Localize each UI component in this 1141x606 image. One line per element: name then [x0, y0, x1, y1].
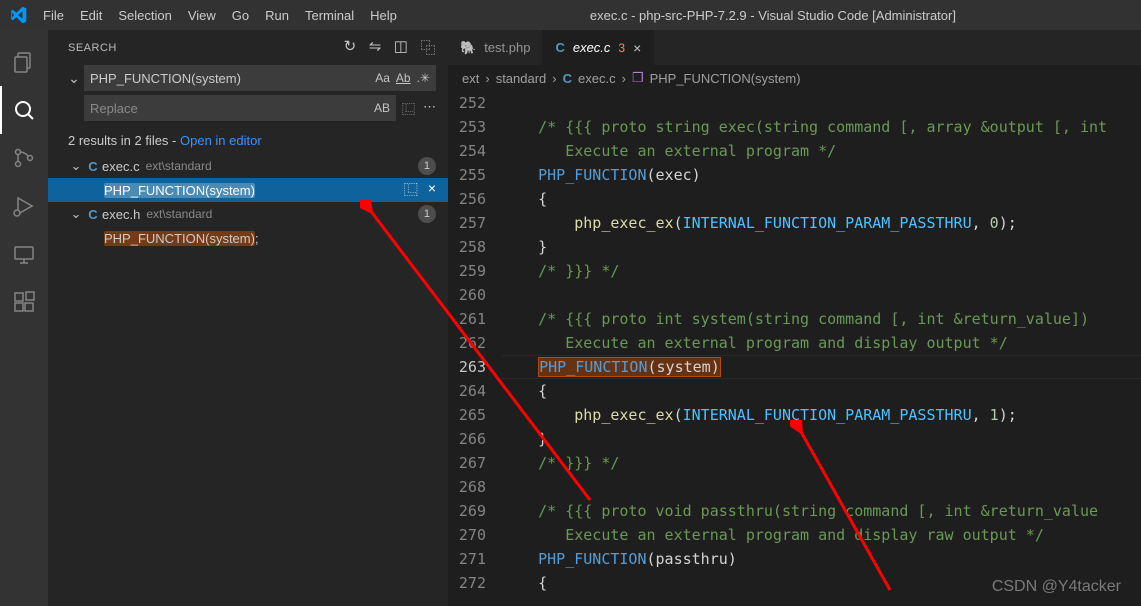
results-tree: ⌄Cexec.cext\standard1 PHP_FUNCTION(system…	[48, 154, 448, 250]
chevron-down-icon: ⌄	[68, 158, 84, 174]
search-input-container: Aa Ab .✳	[84, 65, 436, 91]
window-title: exec.c - php-src-PHP-7.2.9 - Visual Stud…	[405, 8, 1141, 23]
refresh-icon[interactable]: ↻	[344, 37, 357, 58]
c-file-icon: C	[84, 159, 102, 174]
search-sidebar: SEARCH ↻ ⇋ ◫ ⿻ ⌄ Aa Ab .✳ AB	[48, 30, 448, 606]
match-count-badge: 1	[418, 205, 436, 223]
match-case-icon[interactable]: Aa	[375, 71, 390, 85]
menu-selection[interactable]: Selection	[110, 8, 179, 23]
run-debug-icon[interactable]	[0, 182, 48, 230]
regex-icon[interactable]: .✳	[417, 71, 430, 85]
menu-bar: FileEditSelectionViewGoRunTerminalHelp	[35, 8, 405, 23]
breadcrumbs[interactable]: ext› standard› C exec.c› ❒ PHP_FUNCTION(…	[448, 65, 1141, 91]
c-file-icon: C	[555, 40, 564, 55]
replace-input-container: AB	[84, 95, 396, 121]
open-in-editor-link[interactable]: Open in editor	[180, 133, 262, 148]
vscode-logo-icon	[0, 6, 35, 24]
editor-tabs: 🐘test.phpCexec.c3×	[448, 30, 1141, 65]
replace-all-icon[interactable]: ⿺	[402, 99, 415, 118]
toggle-replace-icon[interactable]: ⌄	[66, 70, 82, 87]
c-file-icon: C	[84, 207, 102, 222]
search-icon[interactable]	[0, 86, 48, 134]
symbol-icon: ❒	[632, 70, 644, 86]
source-control-icon[interactable]	[0, 134, 48, 182]
result-match[interactable]: PHP_FUNCTION(system);	[48, 226, 448, 250]
new-editor-icon[interactable]: ◫	[394, 37, 409, 58]
menu-go[interactable]: Go	[224, 8, 257, 23]
code-lines[interactable]: /* {{{ proto string exec(string command …	[502, 91, 1141, 606]
dismiss-match-icon[interactable]: ×	[428, 180, 436, 200]
tab-exec.c[interactable]: Cexec.c3×	[543, 30, 654, 65]
line-numbers: 2522532542552562572582592602612622632642…	[448, 91, 502, 606]
clear-icon[interactable]: ⇋	[369, 37, 382, 58]
close-tab-icon[interactable]: ×	[633, 40, 641, 56]
sidebar-title: SEARCH	[68, 42, 344, 54]
result-file[interactable]: ⌄Cexec.cext\standard1	[48, 154, 448, 178]
extensions-icon[interactable]	[0, 278, 48, 326]
code-editor[interactable]: 2522532542552562572582592602612622632642…	[448, 91, 1141, 606]
match-word-icon[interactable]: Ab	[396, 71, 411, 85]
menu-file[interactable]: File	[35, 8, 72, 23]
menu-view[interactable]: View	[180, 8, 224, 23]
menu-help[interactable]: Help	[362, 8, 405, 23]
watermark: CSDN @Y4tacker	[992, 578, 1121, 596]
search-input[interactable]	[90, 71, 375, 86]
results-summary: 2 results in 2 files - Open in editor	[48, 127, 448, 154]
preserve-case-icon[interactable]: AB	[374, 101, 390, 115]
remote-icon[interactable]	[0, 230, 48, 278]
result-match[interactable]: PHP_FUNCTION(system)⿺×	[48, 178, 448, 202]
collapse-icon[interactable]: ⿻	[420, 37, 436, 58]
menu-run[interactable]: Run	[257, 8, 297, 23]
title-bar: FileEditSelectionViewGoRunTerminalHelp e…	[0, 0, 1141, 30]
result-file[interactable]: ⌄Cexec.hext\standard1	[48, 202, 448, 226]
replace-match-icon[interactable]: ⿺	[404, 180, 418, 200]
php-file-icon: 🐘	[460, 40, 476, 56]
chevron-down-icon: ⌄	[68, 206, 84, 222]
c-file-icon: C	[563, 71, 572, 86]
replace-input[interactable]	[90, 101, 374, 116]
explorer-icon[interactable]	[0, 38, 48, 86]
toggle-details-icon[interactable]: ⋯	[423, 99, 436, 118]
editor-group: 🐘test.phpCexec.c3× ext› standard› C exec…	[448, 30, 1141, 606]
problem-count: 3	[618, 41, 625, 55]
menu-terminal[interactable]: Terminal	[297, 8, 362, 23]
activity-bar	[0, 30, 48, 606]
sidebar-header: SEARCH ↻ ⇋ ◫ ⿻	[48, 30, 448, 65]
tab-test.php[interactable]: 🐘test.php	[448, 30, 543, 65]
menu-edit[interactable]: Edit	[72, 8, 110, 23]
match-count-badge: 1	[418, 157, 436, 175]
